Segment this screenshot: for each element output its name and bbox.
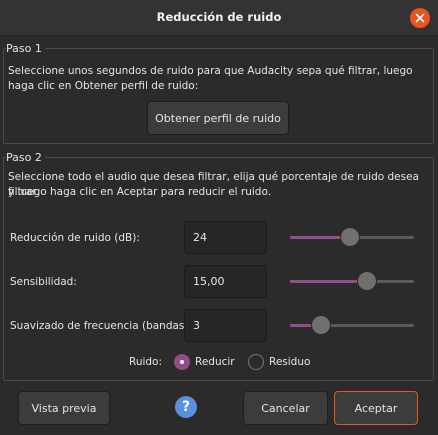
step1-description-line2: haga clic en Obtener perfil de ruido:	[8, 80, 199, 92]
close-icon	[415, 13, 425, 23]
frequency-smoothing-slider[interactable]	[290, 314, 414, 336]
dialog-title: Reducción de ruido	[156, 10, 282, 24]
sensitivity-slider[interactable]	[290, 270, 414, 292]
get-noise-profile-button[interactable]: Obtener perfil de ruido	[147, 101, 289, 135]
noise-reduction-label: Reducción de ruido (dB):	[10, 232, 140, 244]
slider-thumb[interactable]	[311, 315, 331, 335]
slider-thumb[interactable]	[356, 271, 377, 291]
title-bar: Reducción de ruido	[0, 0, 438, 36]
reduce-radio-label[interactable]: Reducir	[195, 356, 235, 368]
accept-button[interactable]: Aceptar	[334, 391, 418, 425]
noise-reduction-input[interactable]: 24	[184, 221, 267, 254]
reduce-radio[interactable]	[174, 354, 190, 370]
help-button[interactable]: ?	[175, 396, 197, 418]
slider-thumb[interactable]	[339, 227, 360, 247]
noise-mode-label: Ruido:	[129, 356, 163, 368]
residue-radio[interactable]	[248, 354, 264, 370]
preview-button[interactable]: Vista previa	[18, 391, 110, 425]
close-button[interactable]	[410, 8, 430, 28]
noise-reduction-slider[interactable]	[290, 226, 414, 248]
sensitivity-label: Sensibilidad:	[10, 276, 77, 288]
cancel-button[interactable]: Cancelar	[243, 391, 328, 425]
step1-description-line1: Seleccione unos segundos de ruido para q…	[8, 65, 413, 77]
frequency-smoothing-label: Suavizado de frecuencia (bandas):	[10, 320, 193, 332]
step2-title: Paso 2	[6, 151, 45, 164]
frequency-smoothing-input[interactable]: 3	[184, 309, 267, 342]
slider-fill	[290, 280, 367, 283]
step2-description-line2: y luego haga clic en Aceptar para reduci…	[8, 186, 272, 198]
residue-radio-label[interactable]: Residuo	[269, 356, 310, 368]
step1-title: Paso 1	[6, 42, 45, 55]
help-icon: ?	[181, 399, 191, 415]
noise-mode-row: Ruido: Reducir Residuo	[0, 353, 438, 373]
sensitivity-input[interactable]: 15,00	[184, 265, 267, 298]
